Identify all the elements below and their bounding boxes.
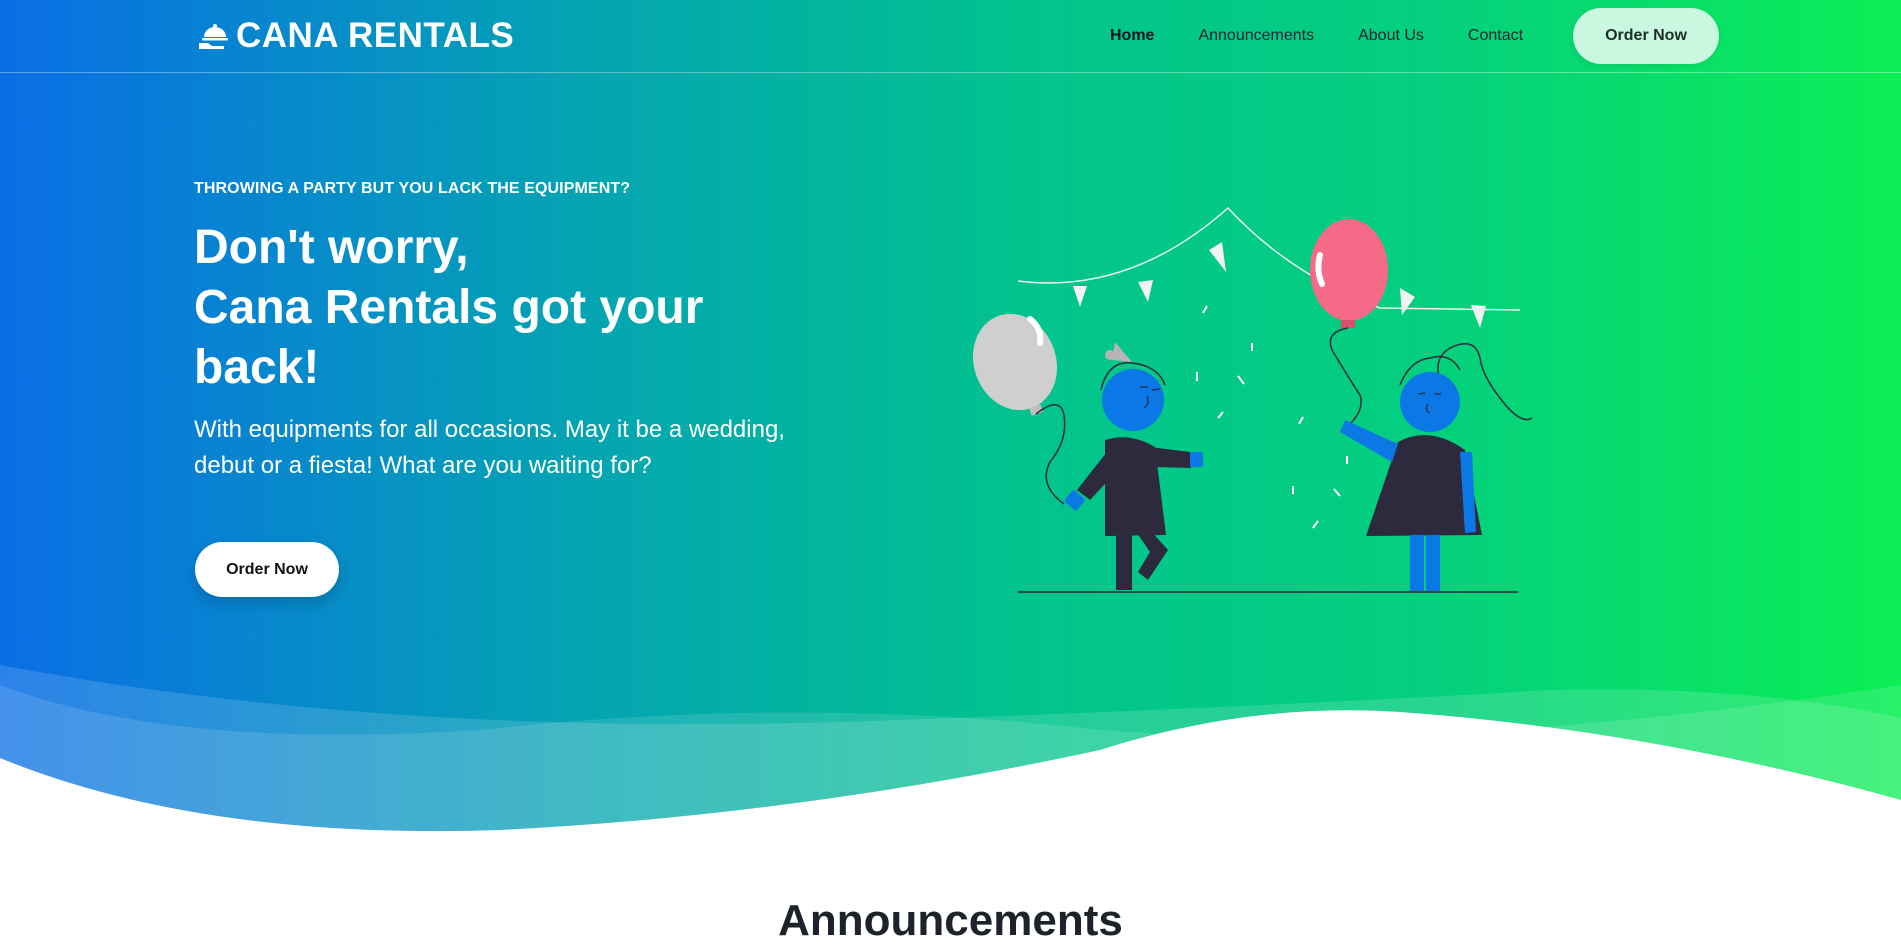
brand-name: CANA RENTALS (236, 16, 515, 55)
nav-item-contact[interactable]: Contact (1468, 27, 1523, 45)
party-balloons-illustration (972, 206, 1533, 593)
announcements-section-title: Announcements (778, 896, 1123, 945)
hero-bottom-waves (0, 665, 1901, 925)
hero-headline: Don't worry, Cana Rentals got your back! (194, 218, 814, 398)
hero-headline-line: back! (194, 341, 320, 394)
hero-headline-line: Don't worry, (194, 221, 469, 274)
hero-lead-line: With equipments for all occasions. May i… (194, 416, 785, 443)
nav-order-now-button[interactable]: Order Now (1573, 8, 1719, 64)
nav-item-home[interactable]: Home (1110, 27, 1154, 45)
hero-eyebrow: THROWING A PARTY BUT YOU LACK THE EQUIPM… (194, 180, 631, 197)
hero-order-now-button[interactable]: Order Now (195, 542, 339, 597)
navbar: CANA RENTALS Home Announcements About Us… (0, 0, 1901, 73)
nav-item-announcements[interactable]: Announcements (1198, 27, 1314, 45)
brand-logo[interactable]: CANA RENTALS (196, 14, 514, 58)
hero-lead-line: debut or a fiesta! What are you waiting … (194, 452, 652, 479)
hero-headline-line: Cana Rentals got your (194, 281, 704, 334)
hero-lead: With equipments for all occasions. May i… (194, 412, 814, 484)
nav-menu: Home Announcements About Us Contact (1110, 0, 1567, 72)
cloche-serving-icon (199, 24, 228, 49)
nav-item-about-us[interactable]: About Us (1358, 27, 1424, 45)
